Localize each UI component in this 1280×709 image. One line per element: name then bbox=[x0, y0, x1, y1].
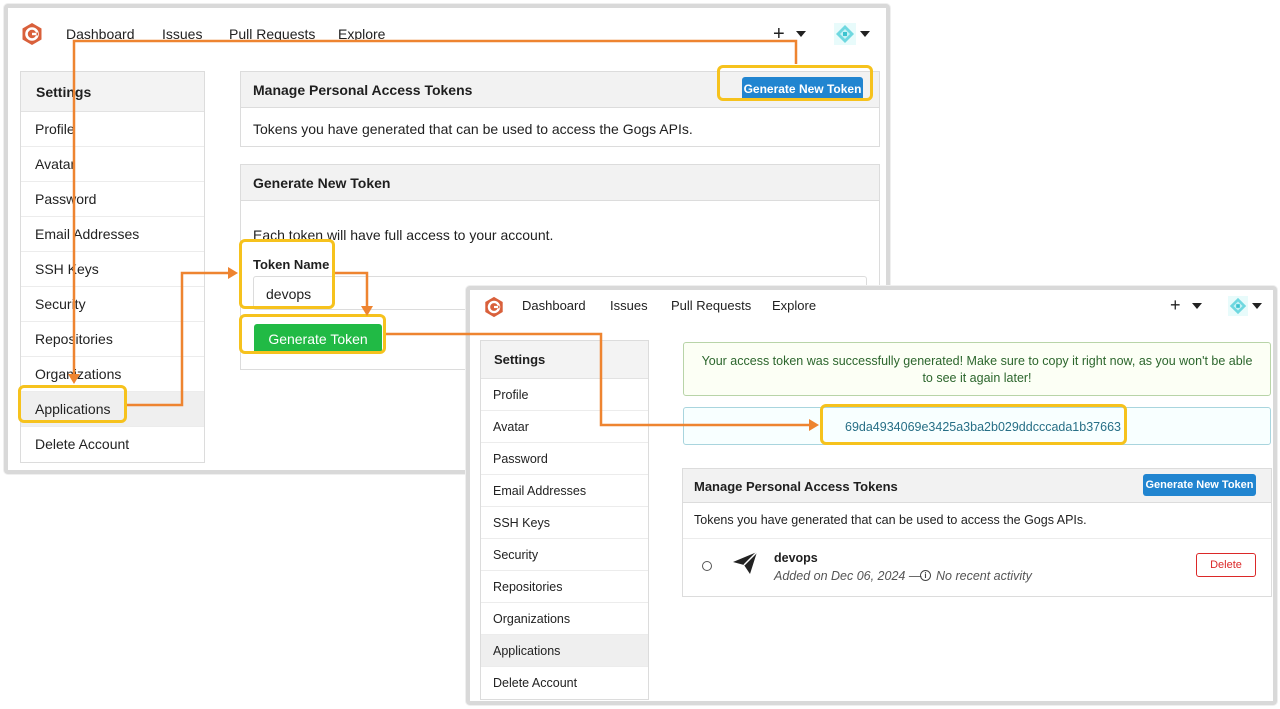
generate-new-token-button[interactable]: Generate New Token bbox=[742, 77, 863, 101]
menu-item-email-addresses[interactable]: Email Addresses bbox=[481, 475, 648, 507]
settings-menu: Settings Profile Avatar Password Email A… bbox=[480, 340, 649, 700]
settings-menu-header: Settings bbox=[21, 72, 204, 112]
manage-tokens-description: Tokens you have generated that can be us… bbox=[694, 513, 1087, 527]
nav-dashboard[interactable]: Dashboard bbox=[66, 26, 135, 42]
top-navbar: Dashboard Issues Pull Requests Explore + bbox=[8, 8, 886, 58]
plus-icon[interactable]: + bbox=[773, 24, 785, 44]
success-message-text: Your access token was successfully gener… bbox=[701, 354, 1253, 385]
generate-token-button[interactable]: Generate Token bbox=[254, 324, 382, 354]
manage-tokens-header: Manage Personal Access Tokens Generate N… bbox=[683, 469, 1271, 503]
manage-tokens-title: Manage Personal Access Tokens bbox=[253, 82, 473, 98]
menu-item-avatar[interactable]: Avatar bbox=[21, 147, 204, 182]
token-name-value: devops bbox=[266, 286, 312, 302]
plus-icon[interactable]: + bbox=[1170, 296, 1181, 314]
menu-item-delete-account[interactable]: Delete Account bbox=[21, 427, 204, 462]
menu-item-repositories[interactable]: Repositories bbox=[481, 571, 648, 603]
menu-item-security[interactable]: Security bbox=[481, 539, 648, 571]
token-list-item: devops Added on Dec 06, 2024 — i No rece… bbox=[683, 538, 1271, 596]
nav-issues[interactable]: Issues bbox=[610, 298, 648, 313]
menu-item-avatar[interactable]: Avatar bbox=[481, 411, 648, 443]
manage-tokens-panel: Manage Personal Access Tokens Generate N… bbox=[240, 71, 880, 147]
info-icon: i bbox=[920, 570, 931, 581]
generate-new-token-button[interactable]: Generate New Token bbox=[1143, 474, 1256, 496]
token-activity: No recent activity bbox=[936, 569, 1032, 583]
settings-window-after: Dashboard Issues Pull Requests Explore +… bbox=[466, 286, 1277, 705]
nav-explore[interactable]: Explore bbox=[338, 26, 385, 42]
menu-item-applications[interactable]: Applications bbox=[21, 392, 204, 427]
menu-item-security[interactable]: Security bbox=[21, 287, 204, 322]
gogs-logo-icon[interactable] bbox=[20, 22, 44, 46]
user-avatar[interactable] bbox=[1228, 296, 1248, 316]
menu-item-organizations[interactable]: Organizations bbox=[21, 357, 204, 392]
delete-token-button[interactable]: Delete bbox=[1196, 553, 1256, 577]
menu-item-organizations[interactable]: Organizations bbox=[481, 603, 648, 635]
nav-dashboard[interactable]: Dashboard bbox=[522, 298, 586, 313]
user-avatar[interactable] bbox=[834, 23, 856, 45]
success-message: Your access token was successfully gener… bbox=[683, 342, 1271, 396]
token-name-label: Token Name bbox=[253, 257, 330, 272]
generate-token-title: Generate New Token bbox=[253, 175, 391, 191]
token-value[interactable]: 69da4934069e3425a3ba2b029ddcccada1b37663 bbox=[845, 420, 1121, 434]
top-navbar: Dashboard Issues Pull Requests Explore + bbox=[470, 290, 1273, 330]
generate-token-header: Generate New Token bbox=[241, 165, 879, 201]
menu-item-profile[interactable]: Profile bbox=[21, 112, 204, 147]
nav-pull-requests[interactable]: Pull Requests bbox=[229, 26, 315, 42]
menu-item-email-addresses[interactable]: Email Addresses bbox=[21, 217, 204, 252]
manage-tokens-description: Tokens you have generated that can be us… bbox=[253, 121, 693, 137]
send-icon bbox=[733, 551, 758, 574]
circle-icon bbox=[702, 561, 712, 571]
menu-item-delete-account[interactable]: Delete Account bbox=[481, 667, 648, 699]
generate-token-info: Each token will have full access to your… bbox=[253, 227, 554, 243]
manage-tokens-title: Manage Personal Access Tokens bbox=[694, 479, 898, 494]
menu-item-profile[interactable]: Profile bbox=[481, 379, 648, 411]
menu-item-repositories[interactable]: Repositories bbox=[21, 322, 204, 357]
nav-explore[interactable]: Explore bbox=[772, 298, 816, 313]
manage-tokens-header: Manage Personal Access Tokens Generate N… bbox=[241, 72, 879, 108]
manage-tokens-panel: Manage Personal Access Tokens Generate N… bbox=[682, 468, 1272, 597]
chevron-down-icon[interactable] bbox=[1252, 303, 1262, 309]
token-added-date: Added on Dec 06, 2024 — bbox=[774, 569, 922, 583]
menu-item-ssh-keys[interactable]: SSH Keys bbox=[21, 252, 204, 287]
settings-menu: Settings Profile Avatar Password Email A… bbox=[20, 71, 205, 463]
gogs-logo-icon[interactable] bbox=[483, 296, 505, 318]
menu-item-applications[interactable]: Applications bbox=[481, 635, 648, 667]
menu-item-password[interactable]: Password bbox=[481, 443, 648, 475]
nav-pull-requests[interactable]: Pull Requests bbox=[671, 298, 751, 313]
chevron-down-icon[interactable] bbox=[796, 31, 806, 37]
token-name: devops bbox=[774, 551, 818, 565]
token-display[interactable]: 69da4934069e3425a3ba2b029ddcccada1b37663 bbox=[683, 407, 1271, 445]
nav-issues[interactable]: Issues bbox=[162, 26, 202, 42]
menu-item-password[interactable]: Password bbox=[21, 182, 204, 217]
chevron-down-icon[interactable] bbox=[1192, 303, 1202, 309]
menu-item-ssh-keys[interactable]: SSH Keys bbox=[481, 507, 648, 539]
chevron-down-icon[interactable] bbox=[860, 31, 870, 37]
settings-menu-header: Settings bbox=[481, 341, 648, 379]
